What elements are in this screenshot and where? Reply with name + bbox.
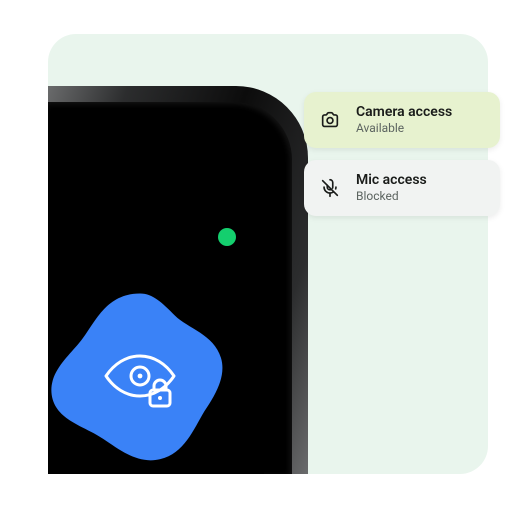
camera-access-chip[interactable]: Camera access Available: [304, 92, 500, 148]
mic-off-icon: [318, 176, 342, 200]
mic-chip-status: Blocked: [356, 189, 427, 203]
camera-chip-title: Camera access: [356, 104, 452, 121]
privacy-badge: [48, 288, 232, 472]
mic-chip-title: Mic access: [356, 172, 427, 189]
privacy-dot: [218, 228, 236, 246]
mic-access-chip[interactable]: Mic access Blocked: [304, 160, 500, 216]
eye-lock-icon: [100, 350, 180, 410]
camera-icon: [318, 108, 342, 132]
camera-chip-status: Available: [356, 121, 452, 135]
privacy-illustration: Camera access Available Mic access Block…: [0, 0, 512, 512]
